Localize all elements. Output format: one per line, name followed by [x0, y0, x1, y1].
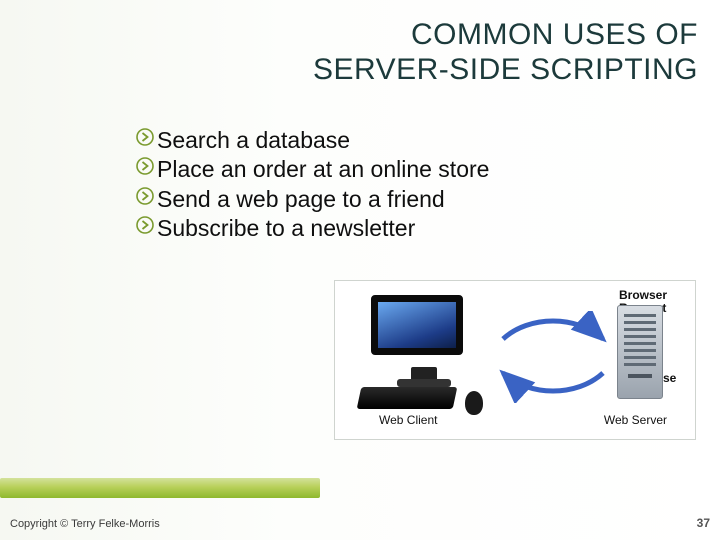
accent-bar: [0, 478, 320, 498]
arrows-icon: [499, 311, 607, 403]
slide-title: COMMON USES OF SERVER-SIDE SCRIPTING: [313, 18, 698, 87]
page-number: 37: [697, 516, 710, 530]
copyright-text: Copyright © Terry Felke-Morris: [10, 518, 160, 530]
list-item: Send a web page to a friend: [136, 185, 606, 214]
web-server-graphic: [613, 305, 667, 405]
monitor-icon: [371, 295, 463, 355]
list-item-text: Place an order at an online store: [157, 155, 489, 184]
client-server-diagram: Web Client Browser Request Se: [334, 280, 696, 440]
monitor-base-icon: [397, 379, 451, 387]
list-item-text: Search a database: [157, 126, 350, 155]
arrow-bullet-icon: [136, 216, 154, 234]
arrow-bullet-icon: [136, 187, 154, 205]
list-item-text: Subscribe to a newsletter: [157, 214, 415, 243]
server-tower-icon: [617, 305, 663, 399]
arrow-bullet-icon: [136, 157, 154, 175]
mouse-icon: [465, 391, 483, 415]
keyboard-icon: [357, 387, 458, 409]
list-item: Search a database: [136, 126, 606, 155]
arrow-bullet-icon: [136, 128, 154, 146]
list-item: Place an order at an online store: [136, 155, 606, 184]
title-line-1: COMMON USES OF: [411, 18, 698, 51]
list-item: Subscribe to a newsletter: [136, 214, 606, 243]
list-item-text: Send a web page to a friend: [157, 185, 445, 214]
web-client-label: Web Client: [379, 413, 437, 427]
web-client-graphic: [353, 295, 493, 407]
slide: COMMON USES OF SERVER-SIDE SCRIPTING Sea…: [0, 0, 720, 540]
web-server-label: Web Server: [604, 413, 667, 427]
title-line-2: SERVER-SIDE SCRIPTING: [313, 53, 698, 86]
bullet-list: Search a database Place an order at an o…: [136, 126, 606, 244]
request-response-arrows: Browser Request Server Response: [499, 311, 607, 403]
